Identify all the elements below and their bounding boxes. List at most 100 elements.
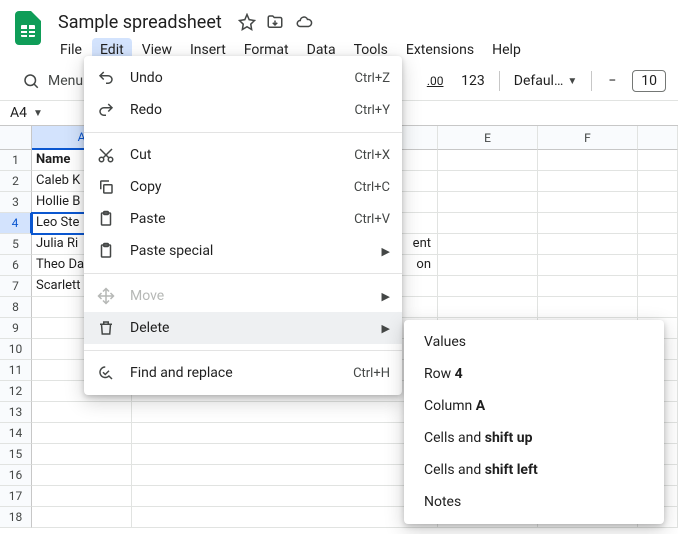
row-header[interactable]: 12	[0, 381, 32, 402]
cell[interactable]	[538, 213, 638, 234]
row-header[interactable]: 15	[0, 444, 32, 465]
format-123-button[interactable]: 123	[455, 73, 491, 89]
cell[interactable]	[438, 276, 538, 297]
row-header[interactable]: 5	[0, 234, 32, 255]
cell[interactable]	[438, 213, 538, 234]
menu-delete[interactable]: Delete ▶	[84, 312, 402, 344]
font-size-input[interactable]: 10	[632, 70, 666, 92]
col-header-e[interactable]: E	[438, 126, 538, 150]
menu-extensions[interactable]: Extensions	[398, 38, 482, 62]
cell[interactable]	[132, 507, 438, 528]
cell[interactable]	[538, 276, 638, 297]
cell[interactable]	[638, 150, 678, 171]
col-header-g[interactable]	[638, 126, 678, 150]
cell[interactable]	[538, 150, 638, 171]
cell[interactable]	[132, 465, 438, 486]
cell[interactable]	[638, 297, 678, 318]
row-header[interactable]: 1	[0, 150, 32, 171]
submenu-arrow-icon: ▶	[382, 322, 390, 335]
cell[interactable]	[538, 255, 638, 276]
delete-icon	[96, 319, 116, 337]
cell[interactable]	[32, 423, 132, 444]
cell[interactable]	[132, 444, 438, 465]
star-icon[interactable]	[238, 13, 256, 31]
menu-move: Move ▶	[84, 280, 402, 312]
row-header[interactable]: 14	[0, 423, 32, 444]
row-header[interactable]: 17	[0, 486, 32, 507]
cell[interactable]	[538, 297, 638, 318]
col-header-f[interactable]: F	[538, 126, 638, 150]
menu-undo[interactable]: Undo Ctrl+Z	[84, 62, 402, 94]
row-header[interactable]: 4	[0, 213, 32, 234]
row-header[interactable]: 11	[0, 360, 32, 381]
cell[interactable]	[438, 150, 538, 171]
font-size-decrease-button[interactable]: −	[600, 69, 624, 93]
cell[interactable]	[438, 255, 538, 276]
cell[interactable]	[32, 465, 132, 486]
row-header[interactable]: 7	[0, 276, 32, 297]
toolbar-search-label: Menu	[48, 73, 83, 89]
row-header[interactable]: 2	[0, 171, 32, 192]
row-header[interactable]: 10	[0, 339, 32, 360]
menu-redo[interactable]: Redo Ctrl+Y	[84, 94, 402, 126]
cell[interactable]	[638, 171, 678, 192]
name-box[interactable]: A4 ▼	[0, 101, 80, 125]
toolbar-search[interactable]: Menu	[12, 68, 93, 94]
menu-find-replace[interactable]: Find and replace Ctrl+H	[84, 357, 402, 389]
cell[interactable]	[538, 192, 638, 213]
cell[interactable]	[638, 255, 678, 276]
font-family-dropdown[interactable]: Defaul… ▼	[508, 71, 584, 91]
paste-icon	[96, 210, 116, 228]
menu-copy[interactable]: Copy Ctrl+C	[84, 171, 402, 203]
doc-title[interactable]: Sample spreadsheet	[52, 10, 228, 35]
cell[interactable]	[438, 171, 538, 192]
paste-special-icon	[96, 242, 116, 260]
row-header[interactable]: 3	[0, 192, 32, 213]
cell[interactable]	[438, 192, 538, 213]
cut-icon	[96, 146, 116, 164]
cell[interactable]	[132, 423, 438, 444]
move-icon	[96, 287, 116, 305]
menu-cut[interactable]: Cut Ctrl+X	[84, 139, 402, 171]
menu-paste-special[interactable]: Paste special ▶	[84, 235, 402, 267]
cell[interactable]	[638, 192, 678, 213]
cell[interactable]	[32, 507, 132, 528]
cloud-status-icon[interactable]	[294, 13, 314, 31]
edit-dropdown-menu: Undo Ctrl+Z Redo Ctrl+Y Cut Ctrl+X Copy …	[84, 56, 402, 395]
cell[interactable]	[438, 234, 538, 255]
select-all-corner[interactable]	[0, 126, 32, 150]
menu-help[interactable]: Help	[484, 38, 529, 62]
cell[interactable]	[538, 171, 638, 192]
submenu-cells-shift-up[interactable]: Cells and shift up	[404, 422, 664, 454]
cell[interactable]	[438, 297, 538, 318]
cell[interactable]	[538, 234, 638, 255]
submenu-values[interactable]: Values	[404, 326, 664, 358]
submenu-row[interactable]: Row 4	[404, 358, 664, 390]
submenu-cells-shift-left[interactable]: Cells and shift left	[404, 454, 664, 486]
copy-icon	[96, 178, 116, 196]
move-folder-icon[interactable]	[266, 13, 284, 31]
row-header[interactable]: 8	[0, 297, 32, 318]
row-header[interactable]: 6	[0, 255, 32, 276]
cell[interactable]	[132, 402, 438, 423]
row-header[interactable]: 13	[0, 402, 32, 423]
font-family-label: Defaul…	[514, 73, 564, 89]
cell[interactable]	[32, 402, 132, 423]
cell[interactable]	[32, 444, 132, 465]
chevron-down-icon: ▼	[567, 76, 577, 87]
row-header[interactable]: 16	[0, 465, 32, 486]
undo-icon	[96, 69, 116, 87]
cell[interactable]	[638, 213, 678, 234]
sheets-logo[interactable]	[12, 12, 44, 44]
submenu-column[interactable]: Column A	[404, 390, 664, 422]
row-header[interactable]: 18	[0, 507, 32, 528]
search-icon	[22, 72, 40, 90]
submenu-notes[interactable]: Notes	[404, 486, 664, 518]
cell[interactable]	[638, 234, 678, 255]
decrease-decimal-icon[interactable]: .00	[423, 69, 447, 93]
cell[interactable]	[32, 486, 132, 507]
row-header[interactable]: 9	[0, 318, 32, 339]
menu-paste[interactable]: Paste Ctrl+V	[84, 203, 402, 235]
cell[interactable]	[638, 276, 678, 297]
cell[interactable]	[132, 486, 438, 507]
